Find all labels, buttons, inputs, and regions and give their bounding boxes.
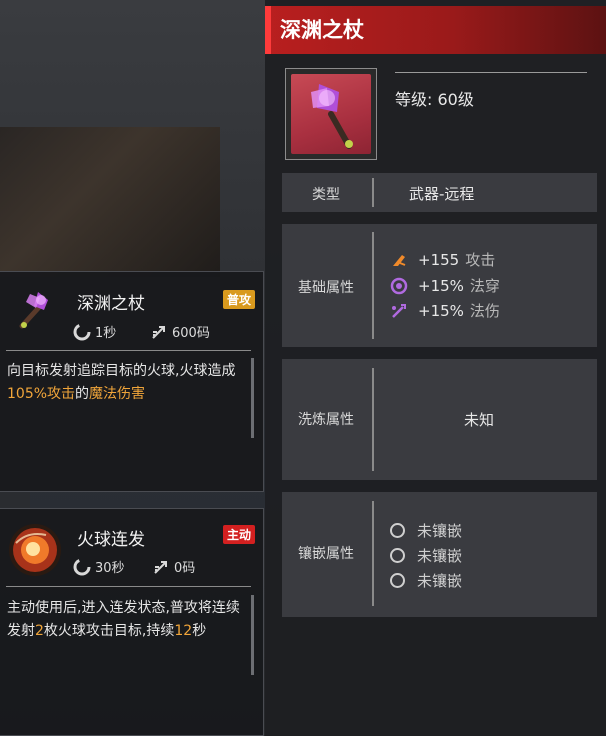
- skill-range: 0码: [152, 557, 195, 576]
- penetration-icon: [390, 277, 408, 294]
- divider: [6, 350, 251, 351]
- refine-label: 洗炼属性: [298, 412, 354, 428]
- staff-icon: [311, 84, 353, 149]
- title-accent: [265, 6, 271, 54]
- type-value: 武器-远程: [409, 185, 475, 203]
- stat-value: +155: [418, 250, 460, 269]
- skill-cooldown: 30秒: [73, 557, 125, 576]
- item-type-row: 类型 武器-远程: [282, 173, 597, 212]
- base-stats-label: 基础属性: [298, 280, 354, 296]
- stat-name: 攻击: [465, 251, 496, 269]
- socket-status: 未镶嵌: [417, 547, 463, 565]
- desc-highlight: 12: [174, 623, 193, 639]
- divider: [372, 501, 374, 606]
- divider: [395, 72, 587, 73]
- stat-attack: +155 攻击: [390, 249, 495, 270]
- item-image: [291, 74, 371, 154]
- cooldown-icon: [73, 558, 91, 575]
- range-icon: [152, 325, 165, 339]
- attack-icon: [393, 254, 406, 266]
- staff-icon: [19, 292, 48, 329]
- socket-label: 镶嵌属性: [298, 546, 354, 562]
- empty-socket-icon: [390, 548, 405, 563]
- stat-penetration: +15% 法穿: [390, 275, 500, 296]
- cooldown-value: 30秒: [95, 561, 125, 576]
- range-value: 0码: [174, 561, 196, 576]
- cooldown-value: 1秒: [95, 326, 117, 341]
- item-detail-panel: 深渊之杖 等级: 60级 类型 武器-远程 基础属性 +155 攻击 +15% …: [265, 0, 606, 736]
- socket-slot[interactable]: 未镶嵌: [390, 520, 462, 541]
- skill-name: 火球连发: [77, 530, 145, 550]
- stat-value: +15%: [418, 301, 464, 320]
- type-label: 类型: [312, 187, 340, 203]
- refine-stats-row: 洗炼属性 未知: [282, 359, 597, 480]
- skill-cooldown: 1秒: [73, 322, 116, 341]
- desc-highlight: 2: [35, 623, 44, 639]
- item-icon-frame: [285, 68, 377, 160]
- socket-stats-row: 镶嵌属性 未镶嵌 未镶嵌 未镶嵌: [282, 492, 597, 617]
- skill-card-active: 火球连发 主动 30秒 0码 主动使用后,进入连发状态,普攻将连续发射2枚火球攻…: [0, 508, 264, 736]
- desc-text: 向目标发射追踪目标的火球,火球造成: [7, 363, 236, 379]
- refine-value: 未知: [464, 411, 495, 429]
- empty-socket-icon: [390, 573, 405, 588]
- skill-type-badge: 主动: [222, 525, 255, 544]
- scrollbar[interactable]: [251, 595, 254, 675]
- socket-status: 未镶嵌: [417, 572, 463, 590]
- desc-text: 秒: [192, 623, 207, 639]
- item-title: 深渊之杖: [280, 18, 364, 42]
- stat-magic-damage: +15% 法伤: [390, 300, 500, 321]
- item-level: 等级: 60级: [395, 90, 474, 109]
- desc-text: 的: [75, 386, 90, 402]
- socket-slot[interactable]: 未镶嵌: [390, 570, 462, 591]
- skill-range: 600码: [150, 322, 210, 341]
- stat-name: 法伤: [469, 302, 500, 320]
- skill-description: 向目标发射追踪目标的火球,火球造成 105%攻击的魔法伤害: [7, 360, 245, 406]
- stat-value: +15%: [418, 276, 464, 295]
- divider: [372, 178, 374, 207]
- fireball-icon: [9, 524, 61, 576]
- divider: [6, 586, 251, 587]
- cooldown-icon: [73, 323, 91, 340]
- skill-type-badge: 普攻: [222, 290, 255, 309]
- range-icon: [154, 560, 167, 574]
- desc-highlight: 105%攻击: [7, 386, 76, 402]
- skill-description: 主动使用后,进入连发状态,普攻将连续发射2枚火球攻击目标,持续12秒: [7, 597, 245, 643]
- scrollbar[interactable]: [251, 358, 254, 438]
- divider: [372, 368, 374, 471]
- range-value: 600码: [172, 326, 210, 341]
- stat-name: 法穿: [469, 277, 500, 295]
- skill-card-basic-attack: 深渊之杖 普攻 1秒 600码 向目标发射追踪目标的火球,火球造成 105%攻击的…: [0, 271, 264, 492]
- empty-socket-icon: [390, 523, 405, 538]
- desc-text: 枚火球攻击目标,持续: [43, 623, 175, 639]
- base-stats-row: 基础属性 +155 攻击 +15% 法穿 +15% 法伤: [282, 224, 597, 347]
- desc-highlight: 魔法伤害: [89, 386, 146, 402]
- magic-damage-icon: [392, 303, 406, 318]
- socket-status: 未镶嵌: [417, 522, 463, 540]
- socket-slot[interactable]: 未镶嵌: [390, 545, 462, 566]
- background-building-image: [0, 127, 220, 277]
- skill-name: 深渊之杖: [77, 294, 145, 314]
- divider: [372, 232, 374, 339]
